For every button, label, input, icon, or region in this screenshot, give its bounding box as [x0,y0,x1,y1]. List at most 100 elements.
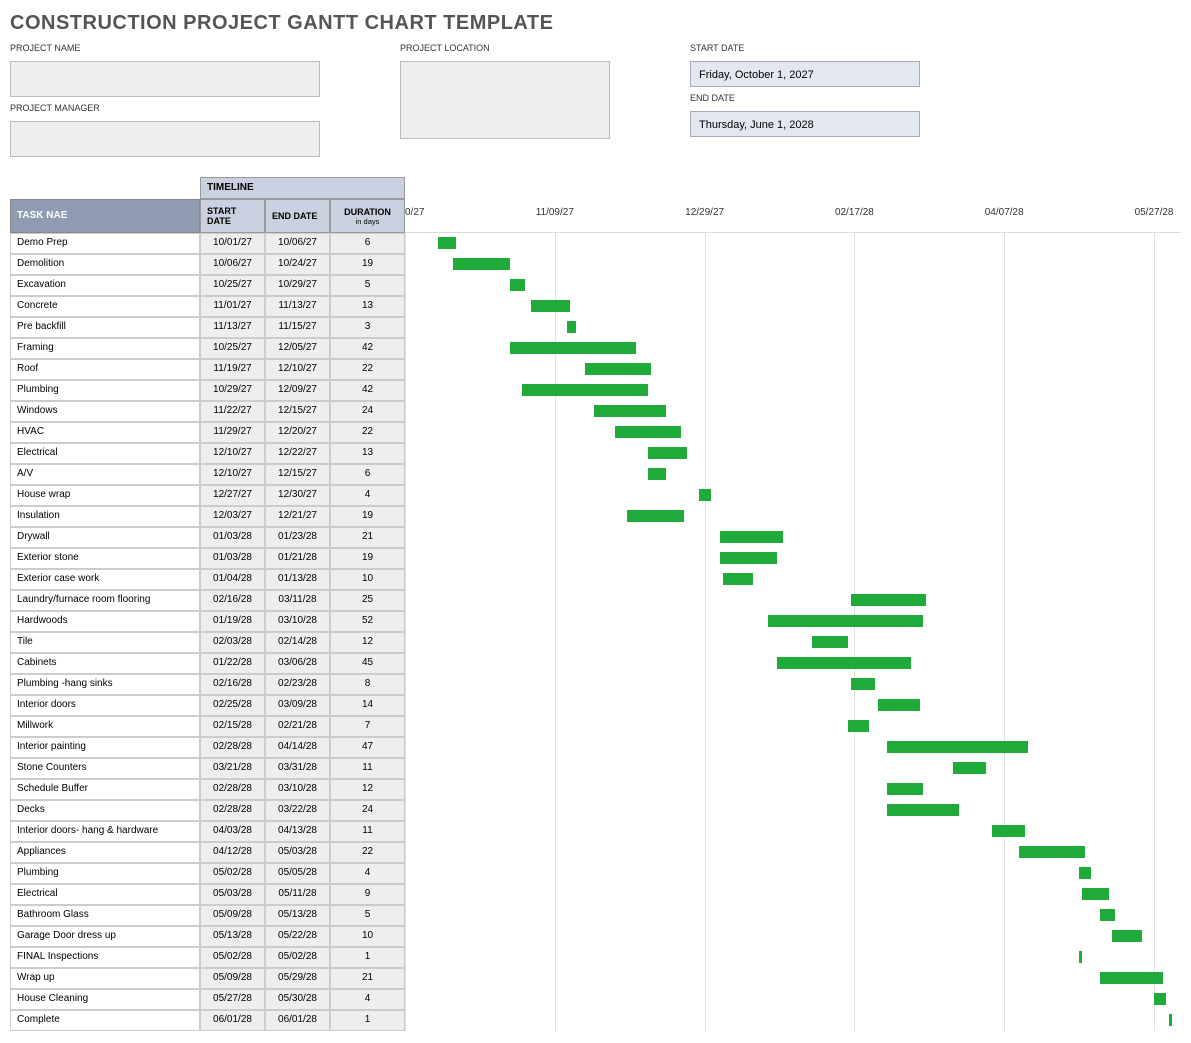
task-start-cell: 04/12/28 [200,842,265,863]
task-duration-cell: 9 [330,884,405,905]
task-start-cell: 02/28/28 [200,800,265,821]
task-name-cell: Interior doors- hang & hardware [10,821,200,842]
task-duration-cell: 52 [330,611,405,632]
task-start-cell: 03/21/28 [200,758,265,779]
task-duration-cell: 10 [330,569,405,590]
gantt-bar [953,762,986,774]
axis-tick: 02/17/28 [835,207,874,218]
task-duration-cell: 4 [330,485,405,506]
task-start-cell: 05/02/28 [200,947,265,968]
task-end-cell: 03/11/28 [265,590,330,611]
gantt-timeline: 09/20/2711/09/2712/29/2702/17/2804/07/28… [405,177,1181,1031]
project-manager-input[interactable] [10,121,320,157]
project-location-input[interactable] [400,61,610,139]
table-row: Cabinets01/22/2803/06/2845 [10,653,405,674]
gantt-bar [720,552,777,564]
task-duration-cell: 45 [330,653,405,674]
gantt-bar [777,657,912,669]
bar-row [405,506,1181,527]
task-duration-cell: 13 [330,296,405,317]
gantt-bars [405,233,1181,1031]
task-end-cell: 10/29/27 [265,275,330,296]
end-date-label: END DATE [690,93,920,103]
bar-row [405,548,1181,569]
gantt-bar [768,615,924,627]
task-duration-cell: 4 [330,863,405,884]
gantt-bar [531,300,570,312]
table-row: Bathroom Glass05/09/2805/13/285 [10,905,405,926]
task-name-cell: Demolition [10,254,200,275]
task-name-cell: Demo Prep [10,233,200,254]
task-end-cell: 05/02/28 [265,947,330,968]
table-row: Insulation12/03/2712/21/2719 [10,506,405,527]
task-duration-cell: 21 [330,527,405,548]
gantt-bar [887,804,959,816]
task-start-cell: 02/15/28 [200,716,265,737]
table-row: Laundry/furnace room flooring02/16/2803/… [10,590,405,611]
task-duration-cell: 42 [330,380,405,401]
task-duration-cell: 3 [330,317,405,338]
table-row: Plumbing10/29/2712/09/2742 [10,380,405,401]
bar-row [405,254,1181,275]
task-name-cell: Drywall [10,527,200,548]
task-start-cell: 12/10/27 [200,464,265,485]
task-end-cell: 01/13/28 [265,569,330,590]
task-name-cell: Appliances [10,842,200,863]
bar-row [405,821,1181,842]
gantt-bar [1169,1014,1172,1026]
task-start-cell: 11/13/27 [200,317,265,338]
task-end-cell: 01/23/28 [265,527,330,548]
axis-tick: 12/29/27 [685,207,724,218]
bar-row [405,674,1181,695]
task-start-cell: 05/09/28 [200,905,265,926]
bar-row [405,968,1181,989]
task-name-cell: Electrical [10,884,200,905]
bar-row [405,632,1181,653]
gantt-container: TIMELINE TASK NAE START DATE END DATE DU… [10,177,1181,1031]
task-start-cell: 02/03/28 [200,632,265,653]
timeline-axis: 09/20/2711/09/2712/29/2702/17/2804/07/28… [405,177,1181,233]
task-duration-cell: 22 [330,422,405,443]
timeline-header: TIMELINE [200,177,405,199]
bar-row [405,233,1181,254]
task-name-cell: Exterior stone [10,548,200,569]
task-name-cell: Cabinets [10,653,200,674]
task-end-cell: 12/22/27 [265,443,330,464]
project-name-label: PROJECT NAME [10,43,320,53]
bar-row [405,1010,1181,1031]
task-start-cell: 01/22/28 [200,653,265,674]
bar-row [405,926,1181,947]
table-row: House Cleaning05/27/2805/30/284 [10,989,405,1010]
start-date-input[interactable]: Friday, October 1, 2027 [690,61,920,87]
table-row: Appliances04/12/2805/03/2822 [10,842,405,863]
task-start-cell: 05/27/28 [200,989,265,1010]
page-title: CONSTRUCTION PROJECT GANTT CHART TEMPLAT… [10,12,1181,35]
end-date-input[interactable]: Thursday, June 1, 2028 [690,111,920,137]
gantt-bar [1154,993,1166,1005]
task-start-cell: 11/29/27 [200,422,265,443]
bar-row [405,863,1181,884]
task-duration-cell: 6 [330,233,405,254]
table-row: Exterior stone01/03/2801/21/2819 [10,548,405,569]
gantt-bar [438,237,456,249]
task-start-cell: 02/25/28 [200,695,265,716]
gantt-bar [1082,888,1109,900]
gantt-bar [1079,867,1091,879]
task-start-cell: 05/02/28 [200,863,265,884]
gantt-bar [887,783,923,795]
task-end-cell: 06/01/28 [265,1010,330,1031]
task-name-cell: Plumbing [10,380,200,401]
task-name-cell: Electrical [10,443,200,464]
task-start-cell: 12/27/27 [200,485,265,506]
project-name-input[interactable] [10,61,320,97]
task-duration-cell: 47 [330,737,405,758]
start-date-label: START DATE [690,43,920,53]
gantt-bar [627,510,684,522]
bar-row [405,380,1181,401]
task-duration-cell: 13 [330,443,405,464]
task-name-cell: Framing [10,338,200,359]
axis-tick: 04/07/28 [985,207,1024,218]
col-duration-sub: in days [337,217,398,226]
task-start-cell: 11/01/27 [200,296,265,317]
bar-row [405,947,1181,968]
